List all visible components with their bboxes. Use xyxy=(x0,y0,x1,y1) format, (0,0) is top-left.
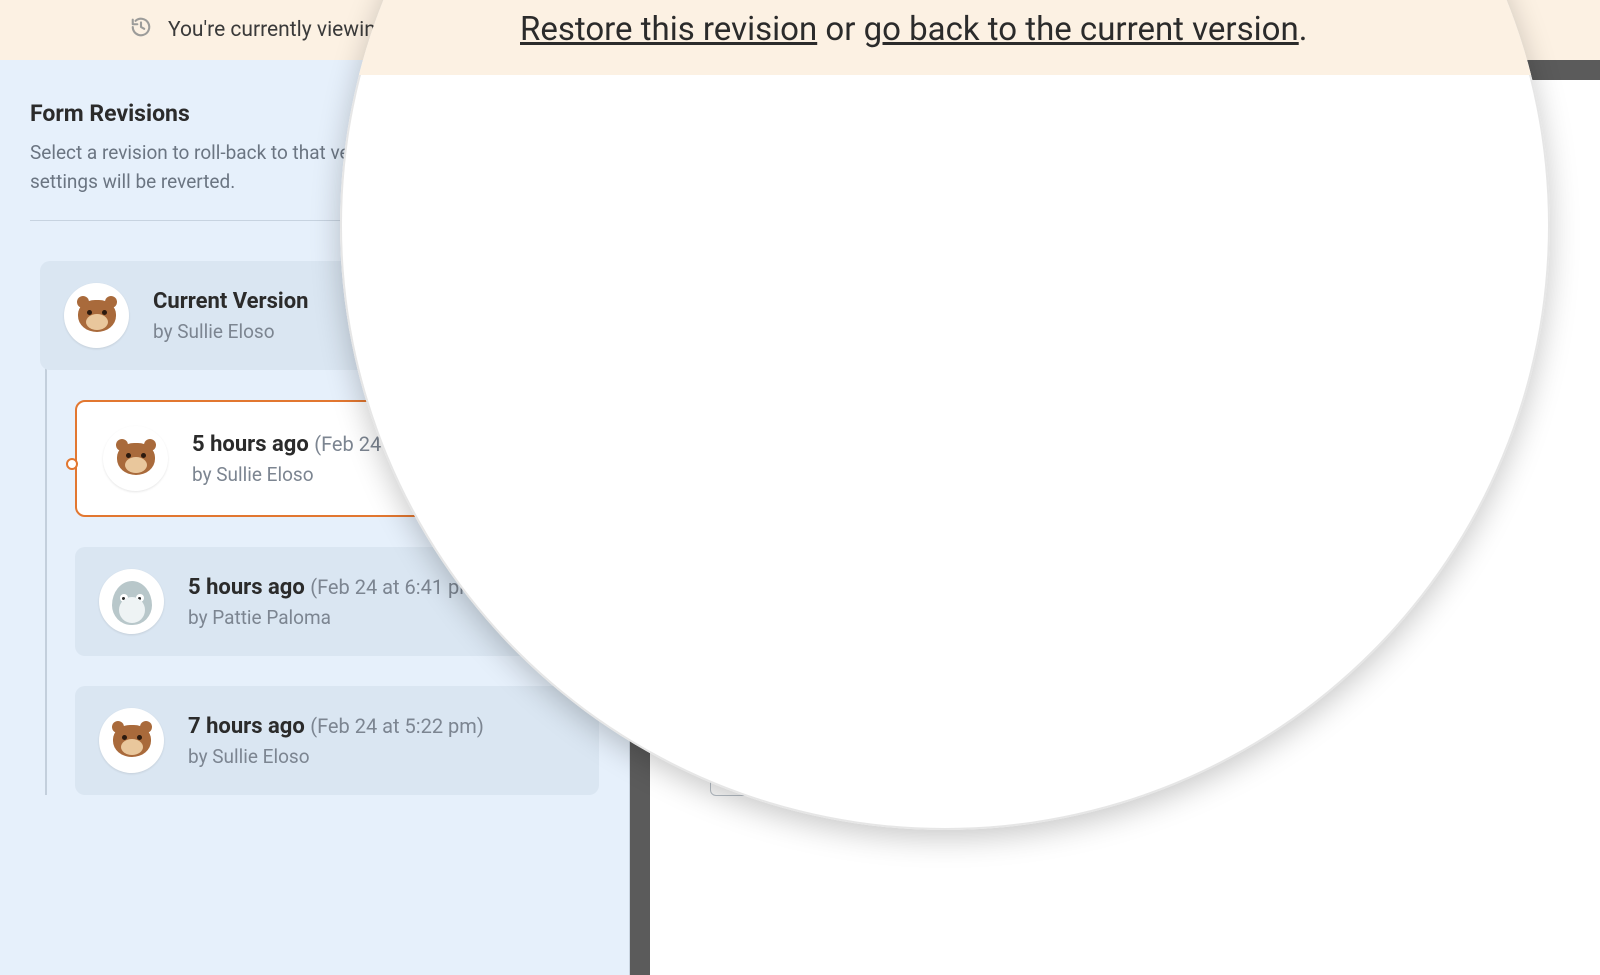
history-icon xyxy=(130,16,152,44)
revision-author: by Sullie Eloso xyxy=(153,320,308,343)
revision-author: by Sullie Eloso xyxy=(188,745,484,768)
revision-title: 5 hours ago xyxy=(192,432,309,457)
revision-card[interactable]: 7 hours ago (Feb 24 at 5:22 pm) by Sulli… xyxy=(75,686,599,795)
avatar-bear-icon xyxy=(103,426,168,491)
revision-title: Current Version xyxy=(153,289,308,314)
timeline-marker xyxy=(66,458,78,470)
magnified-notice: Restore this revision or go back to the … xyxy=(340,0,1550,75)
avatar-bear-icon xyxy=(64,283,129,348)
go-back-link[interactable]: go back to the current version xyxy=(864,10,1299,49)
avatar-bear-icon xyxy=(99,708,164,773)
revision-title: 5 hours ago xyxy=(188,575,305,600)
timeline-line xyxy=(45,331,47,795)
revision-author: by Pattie Paloma xyxy=(188,606,484,629)
avatar-bird-icon xyxy=(99,569,164,634)
revision-title: 7 hours ago xyxy=(188,714,305,739)
restore-revision-link[interactable]: Restore this revision xyxy=(520,10,817,49)
revision-timestamp: (Feb 24 at 5:22 pm) xyxy=(310,714,484,738)
